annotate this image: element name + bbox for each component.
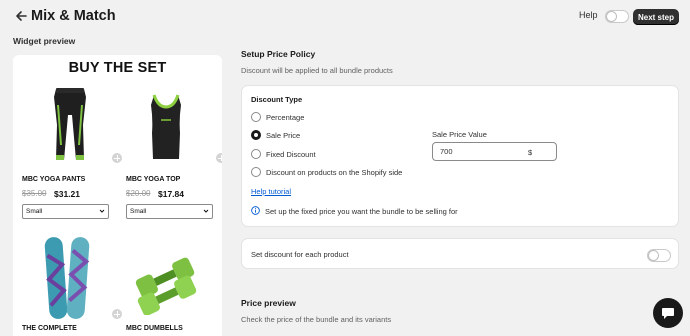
chevron-down-icon (99, 209, 105, 213)
sale-price-field[interactable]: $ (432, 142, 557, 161)
chat-button[interactable] (653, 298, 683, 328)
toggle-knob (649, 251, 658, 260)
radio-button[interactable] (251, 167, 261, 177)
radio-label: Percentage (266, 113, 305, 122)
discount-type-label: Discount Type (251, 95, 303, 104)
snowboard-image (44, 237, 90, 319)
radio-button[interactable] (251, 112, 261, 122)
radio-label: Fixed Discount (266, 150, 316, 159)
info-icon (251, 206, 260, 215)
chevron-down-icon (203, 209, 209, 213)
variant-select[interactable]: Small (22, 204, 109, 219)
product-name: MBC YOGA PANTS (22, 176, 86, 183)
sale-price-input[interactable] (440, 147, 520, 156)
chat-icon (662, 308, 674, 319)
info-message: Set up the fixed price you want the bund… (265, 207, 458, 216)
add-plus-icon (112, 153, 122, 163)
variant-value: Small (130, 208, 147, 215)
help-tutorial-link[interactable]: Help tutorial (251, 187, 291, 196)
help-toggle[interactable] (605, 10, 629, 23)
radio-label: Discount on products on the Shopify side (266, 168, 403, 177)
bundle-title: BUY THE SET (68, 60, 167, 76)
original-price: $35.00 (22, 189, 47, 198)
setup-price-subtitle: Discount will be applied to all bundle p… (241, 66, 393, 75)
radio-button[interactable] (251, 130, 261, 140)
price-preview-title: Price preview (241, 298, 296, 308)
top-bar: Mix & Match Help Next step (0, 0, 690, 34)
original-price: $20.00 (126, 189, 151, 198)
per-product-discount-card: Set discount for each product (241, 238, 679, 269)
page-title: Mix & Match (31, 8, 116, 24)
radio-label: Sale Price (266, 131, 301, 140)
dumbbells-image (135, 257, 197, 315)
radio-button[interactable] (251, 149, 261, 159)
widget-preview-label: Widget preview (13, 36, 76, 46)
variant-value: Small (26, 208, 43, 215)
sale-price-label: Sale Price Value (432, 130, 487, 139)
discounted-price: $31.21 (54, 189, 80, 199)
yoga-pants-image (54, 88, 86, 160)
help-label: Help (579, 10, 598, 20)
currency-suffix: $ (528, 148, 533, 157)
product-name: MBC DUMBELLS (126, 325, 183, 332)
setup-price-title: Setup Price Policy (241, 49, 316, 59)
add-plus-icon (216, 153, 222, 163)
yoga-top-image (151, 94, 181, 159)
next-step-button[interactable]: Next step (633, 9, 679, 25)
product-name: THE COMPLETE (22, 325, 77, 332)
back-arrow-icon[interactable] (14, 9, 28, 23)
discount-type-card: Discount Type Percentage Sale Price Fixe… (241, 85, 679, 227)
discounted-price: $17.84 (158, 189, 184, 199)
per-product-label: Set discount for each product (251, 250, 349, 259)
product-name: MBC YOGA TOP (126, 176, 181, 183)
price-preview-subtitle: Check the price of the bundle and its va… (241, 315, 392, 324)
variant-select[interactable]: Small (126, 204, 213, 219)
add-plus-icon (112, 309, 122, 319)
toggle-knob (607, 12, 616, 21)
widget-preview-card: BUY THE SET MBC YOGA PANTS $35.00 $31.21… (13, 55, 222, 336)
per-product-toggle[interactable] (647, 249, 671, 262)
